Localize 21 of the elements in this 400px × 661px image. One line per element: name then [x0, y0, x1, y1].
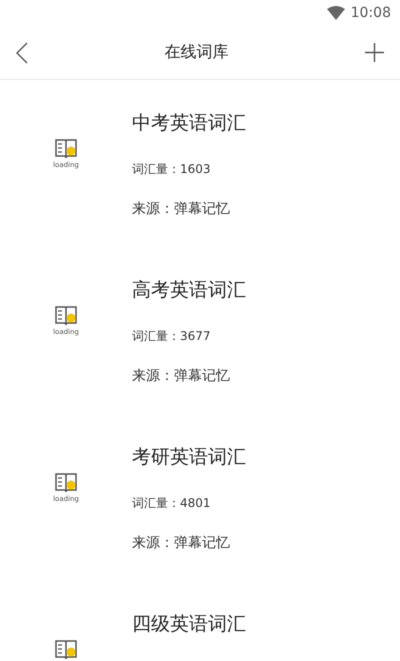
book-icon	[55, 306, 77, 326]
page-title: 在线词库	[164, 42, 228, 63]
add-button[interactable]	[365, 43, 384, 62]
source-text: 来源：弹幕记忆	[132, 200, 230, 219]
plus-icon	[365, 43, 384, 62]
book-icon	[55, 640, 77, 660]
wifi-icon	[326, 6, 345, 20]
wordlist-title: 四级英语词汇	[132, 612, 246, 636]
source-text: 来源：弹幕记忆	[132, 367, 230, 386]
wordlist-title: 中考英语词汇	[132, 111, 246, 135]
word-count: 词汇量：4801	[132, 495, 211, 512]
wordlist-title: 高考英语词汇	[132, 278, 246, 302]
word-count: 词汇量：1603	[132, 161, 211, 178]
source-text: 来源：弹幕记忆	[132, 534, 230, 553]
back-icon	[16, 42, 28, 64]
book-icon	[55, 139, 77, 159]
back-button[interactable]	[16, 42, 28, 64]
word-count: 词汇量：3677	[132, 328, 211, 345]
book-icon	[55, 473, 77, 493]
wordlist-title: 考研英语词汇	[132, 445, 246, 469]
status-time: 10:08	[350, 5, 391, 21]
